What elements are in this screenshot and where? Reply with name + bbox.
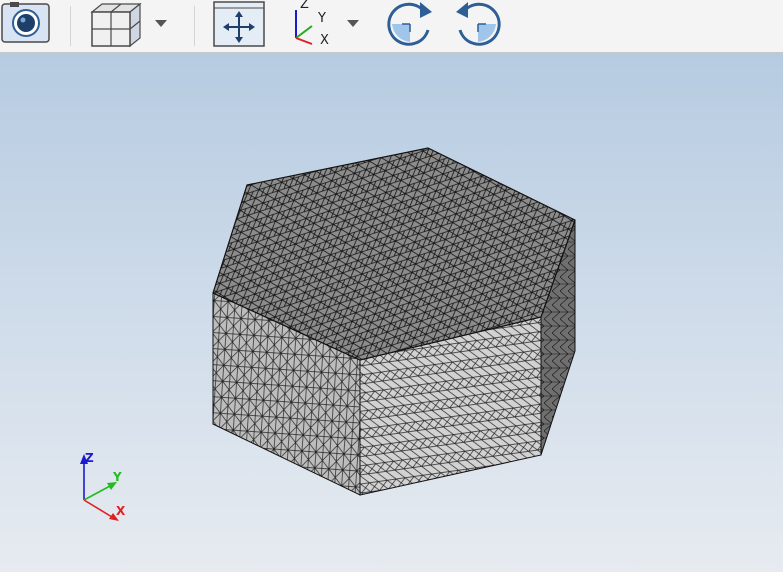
triad-y-label: Y: [112, 470, 122, 484]
fit-view-button[interactable]: [212, 0, 266, 48]
svg-text:Y: Y: [317, 11, 326, 26]
triad-x-label: X: [116, 504, 126, 518]
dropdown-arrow-icon: [347, 20, 359, 27]
view-orientation-dropdown[interactable]: [346, 16, 360, 30]
rotate-cw-icon: [387, 2, 432, 46]
graphics-toolbar: Z Y X: [0, 0, 783, 53]
triad-z-label: Z: [85, 451, 94, 465]
axis-triad: Z Y X: [80, 451, 126, 521]
svg-text:X: X: [320, 33, 329, 48]
display-mode-button[interactable]: [88, 0, 142, 48]
toolbar-separator: [70, 6, 71, 46]
graphics-viewport[interactable]: Z Y X: [0, 53, 783, 572]
rotate-ccw-icon: [456, 2, 501, 46]
rotate-clockwise-button[interactable]: [384, 0, 436, 48]
svg-text:Z: Z: [300, 0, 309, 12]
camera-icon: [1, 2, 50, 43]
hexagonal-prism-mesh: [212, 147, 576, 496]
dropdown-arrow-icon: [155, 20, 167, 27]
fit-view-icon: [213, 1, 265, 47]
axis-orientation-icon: Z Y X: [295, 0, 329, 48]
rotate-counterclockwise-button[interactable]: [452, 0, 504, 48]
grid-box-icon: [90, 2, 142, 48]
display-mode-dropdown[interactable]: [154, 16, 168, 30]
view-orientation-button[interactable]: Z Y X: [288, 0, 338, 48]
screenshot-button[interactable]: [0, 0, 52, 48]
toolbar-separator: [194, 6, 195, 46]
